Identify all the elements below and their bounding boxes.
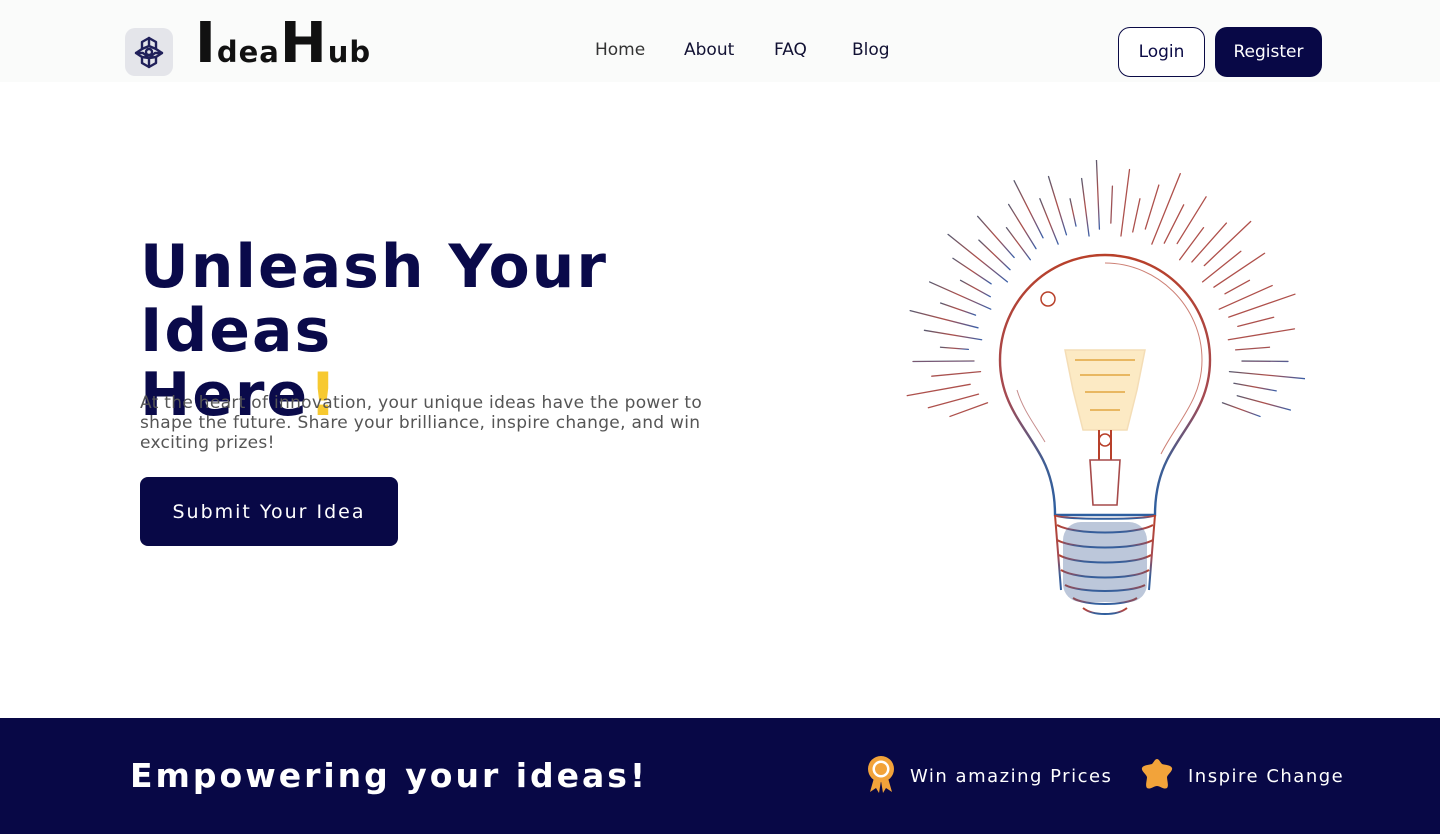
light-ray <box>1069 198 1077 227</box>
light-ray <box>1236 395 1292 411</box>
light-ray <box>1228 370 1306 380</box>
light-ray <box>923 329 983 341</box>
light-ray <box>1228 293 1296 318</box>
submit-idea-button[interactable]: Submit Your Idea <box>140 477 398 546</box>
light-ray <box>1203 220 1252 267</box>
hero-title-line1: Unleash Your Ideas <box>140 232 608 366</box>
light-ray <box>1237 316 1275 327</box>
star-badge-icon <box>1140 757 1174 795</box>
brand-logo-text[interactable]: I dea H ub <box>195 14 371 74</box>
feature-band: Empowering your ideas! Win amazing Price… <box>0 718 1440 834</box>
light-ray <box>1095 158 1101 230</box>
feature-label: Win amazing Prices <box>910 765 1113 787</box>
light-ray <box>952 257 992 285</box>
feature-label: Inspire Change <box>1188 765 1345 787</box>
light-ray <box>1013 180 1044 239</box>
logo-letter-h: H <box>279 11 328 76</box>
light-ray <box>1005 226 1032 261</box>
light-ray <box>1233 382 1277 392</box>
light-ray <box>909 309 979 329</box>
light-ray <box>976 215 1015 259</box>
light-ray <box>949 402 989 418</box>
brain-logo-icon[interactable] <box>125 28 173 76</box>
logo-text-dea: dea <box>216 35 280 69</box>
light-ray <box>939 302 977 316</box>
light-ray <box>1213 252 1266 288</box>
light-ray <box>1178 226 1205 261</box>
nav-blog[interactable]: Blog <box>852 40 890 60</box>
site-header: I dea H ub Home About FAQ Blog Login Reg… <box>0 0 1440 82</box>
light-ray <box>1201 250 1242 283</box>
light-ray <box>1120 168 1131 237</box>
award-ribbon-icon <box>866 754 896 798</box>
logo-text-ub: ub <box>327 35 372 69</box>
hero-subtitle: At the heart of innovation, your unique … <box>140 393 703 453</box>
light-ray <box>928 281 992 310</box>
light-ray <box>1080 177 1090 237</box>
light-ray <box>959 279 991 298</box>
light-ray <box>1007 203 1037 250</box>
light-ray <box>1144 184 1160 230</box>
lightbulb-illustration <box>905 158 1306 625</box>
light-ray <box>939 346 970 351</box>
login-button[interactable]: Login <box>1118 27 1205 77</box>
light-ray <box>978 239 1011 271</box>
light-ray <box>1234 346 1271 351</box>
light-ray <box>927 393 980 409</box>
light-ray <box>1221 402 1261 418</box>
light-ray <box>1132 198 1141 233</box>
light-ray <box>1227 328 1296 341</box>
light-ray <box>1110 185 1114 224</box>
nav-faq[interactable]: FAQ <box>774 40 807 60</box>
light-ray <box>1218 284 1273 310</box>
light-ray <box>1224 279 1251 295</box>
light-ray <box>1191 222 1228 263</box>
nav-about[interactable]: About <box>684 40 734 60</box>
light-ray <box>1151 172 1181 245</box>
nav-home[interactable]: Home <box>595 40 645 60</box>
band-title: Empowering your ideas! <box>130 756 648 795</box>
feature-win-prizes: Win amazing Prices <box>866 756 1112 796</box>
light-ray <box>931 370 982 377</box>
light-ray <box>1176 196 1207 245</box>
logo-letter-i: I <box>195 11 217 76</box>
register-button[interactable]: Register <box>1215 27 1322 77</box>
feature-inspire-change: Inspire Change <box>1140 756 1344 796</box>
light-ray <box>906 383 971 397</box>
